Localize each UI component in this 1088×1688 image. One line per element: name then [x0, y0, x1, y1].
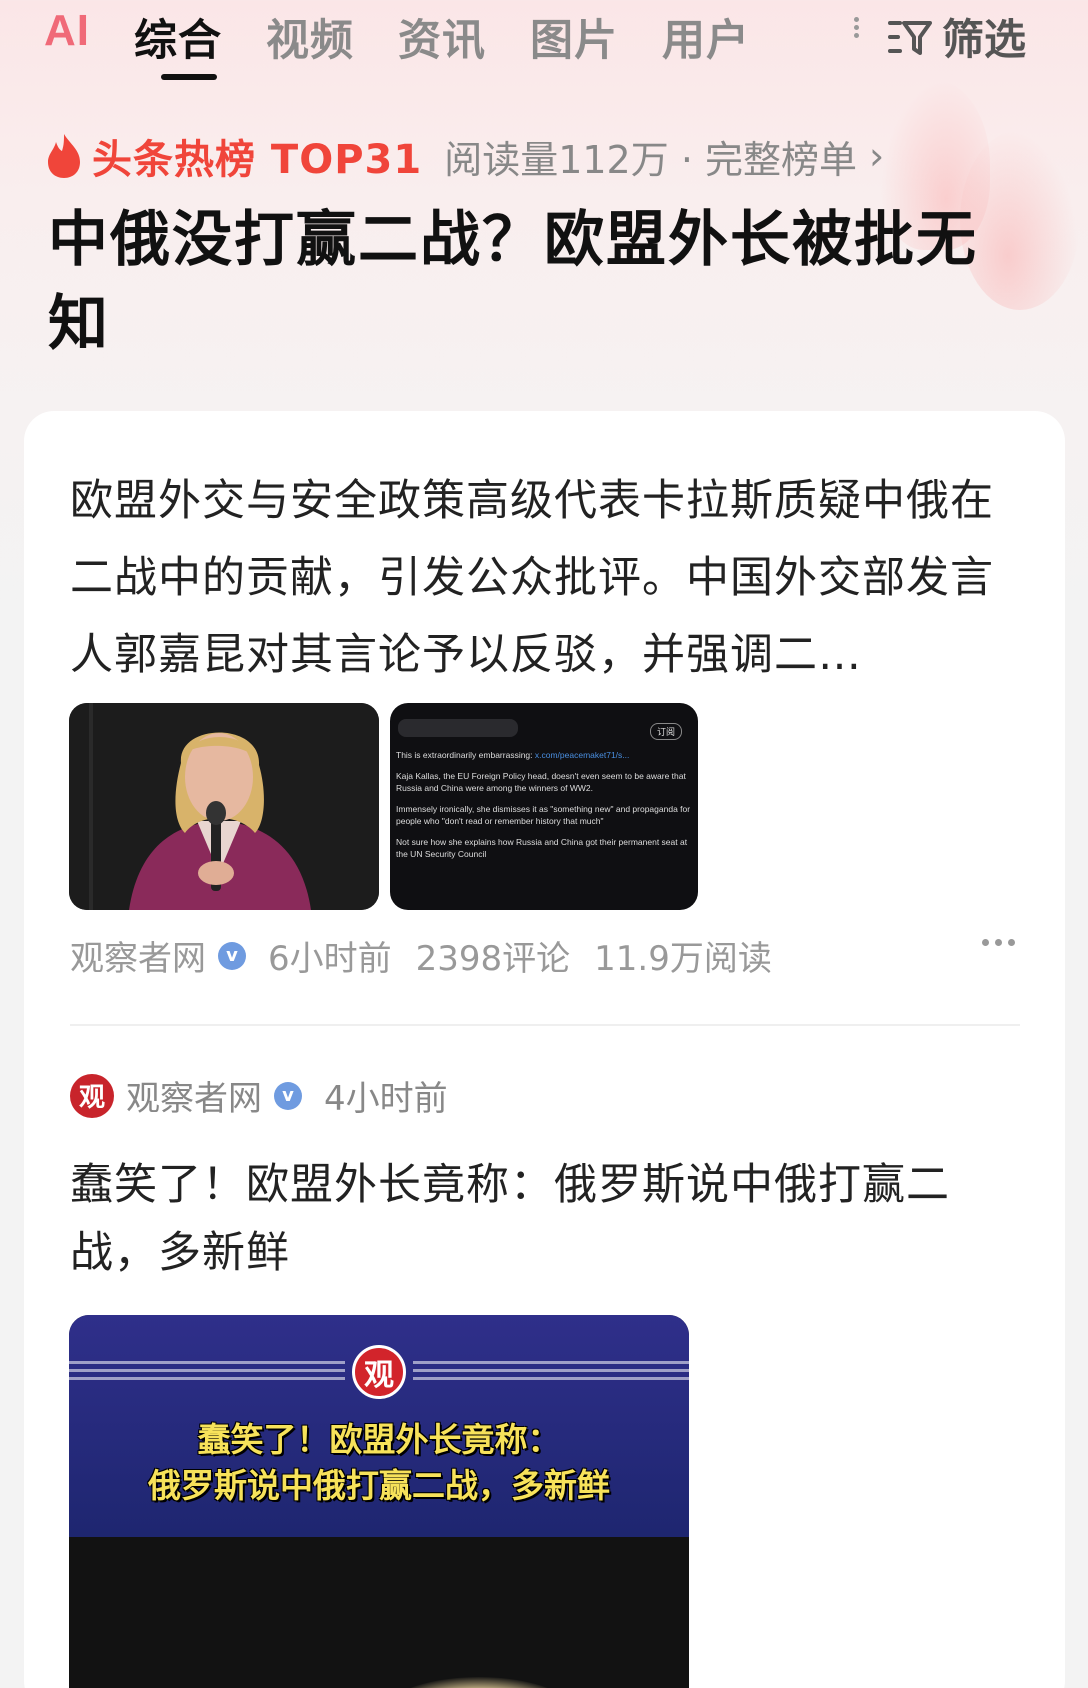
decor-stripe	[413, 1369, 689, 1372]
tweet-line: This is extraordinarily embarrassing:	[396, 750, 535, 760]
post-title[interactable]: 蠢笑了！欧盟外长竟称：俄罗斯说中俄打赢二战，多新鲜	[70, 1151, 1020, 1287]
article-image-speaker[interactable]	[69, 703, 379, 910]
active-tab-indicator	[161, 74, 217, 80]
read-count: 11.9万阅读	[594, 939, 772, 979]
divider	[70, 1024, 1020, 1026]
tweet-avatar-name	[398, 719, 518, 737]
decor-stripe	[413, 1377, 689, 1380]
tab-images[interactable]: 图片	[530, 6, 618, 68]
more-options-icon[interactable]	[982, 939, 1015, 946]
results-card: 欧盟外交与安全政策高级代表卡拉斯质疑中俄在二战中的贡献，引发公众批评。中国外交部…	[24, 411, 1065, 1688]
decor-stripe	[69, 1361, 345, 1364]
decor-stripe	[69, 1377, 345, 1380]
search-tab-bar: AI 综合 视频 资讯 图片 用户 筛选	[0, 0, 1088, 90]
video-thumbnail[interactable]: 观 蠢笑了！欧盟外长竟称： 俄罗斯说中俄打赢二战，多新鲜	[69, 1315, 689, 1688]
video-banner: 观 蠢笑了！欧盟外长竟称： 俄罗斯说中俄打赢二战，多新鲜	[69, 1315, 689, 1537]
verified-icon: v	[218, 941, 246, 970]
tweet-line: Immensely ironically, she dismisses it a…	[396, 804, 691, 826]
hot-list-entry[interactable]: 头条热榜 TOP31 阅读量112万 · 完整榜单 ›	[44, 128, 884, 184]
tab-video[interactable]: 视频	[266, 6, 354, 68]
article-image-tweet[interactable]: 订阅 This is extraordinarily embarrassing:…	[390, 703, 698, 910]
post-author-row: 观 观察者网 v 4小时前	[70, 1071, 448, 1120]
source-name[interactable]: 观察者网	[70, 931, 206, 980]
avatar[interactable]: 观	[70, 1073, 114, 1118]
guancha-logo: 观	[352, 1345, 406, 1399]
hot-topic-title[interactable]: 中俄没打赢二战？欧盟外长被批无知	[48, 198, 1038, 366]
publish-time: 4小时前	[324, 1079, 448, 1119]
speaker-photo	[69, 703, 379, 910]
hot-list-meta: 阅读量112万 · 完整榜单	[444, 137, 857, 182]
publish-time: 6小时前	[268, 939, 392, 979]
tweet-link: x.com/peacemaket71/s...	[534, 750, 630, 760]
tweet-line: Not sure how she explains how Russia and…	[396, 837, 688, 859]
verified-icon: v	[274, 1081, 302, 1110]
filter-label: 筛选	[942, 15, 1027, 64]
article-meta: 观察者网 v 6小时前 2398评论 11.9万阅读	[70, 931, 796, 980]
hot-list-rank: 头条热榜 TOP31	[92, 137, 423, 183]
tab-ai[interactable]: AI	[44, 6, 90, 56]
decor-stripe	[69, 1369, 345, 1372]
video-frame-figure	[379, 1677, 579, 1688]
tweet-subscribe-button: 订阅	[649, 723, 682, 740]
tweet-text: This is extraordinarily embarrassing: x.…	[396, 749, 692, 869]
more-tabs-icon[interactable]	[853, 14, 859, 50]
comment-count: 2398评论	[415, 939, 571, 979]
flame-icon	[48, 134, 80, 178]
filter-button[interactable]: 筛选	[886, 6, 1026, 67]
decor-stripe	[413, 1361, 689, 1364]
tab-news[interactable]: 资讯	[398, 6, 486, 68]
tab-comprehensive[interactable]: 综合	[134, 6, 222, 68]
tab-users[interactable]: 用户	[662, 6, 750, 68]
source-name[interactable]: 观察者网	[126, 1071, 262, 1120]
chevron-right-icon: ›	[868, 134, 885, 178]
tweet-line: Kaja Kallas, the EU Foreign Policy head,…	[396, 771, 686, 793]
filter-icon	[888, 20, 932, 55]
video-caption-line: 蠢笑了！欧盟外长竟称：	[197, 1420, 561, 1459]
article-summary[interactable]: 欧盟外交与安全政策高级代表卡拉斯质疑中俄在二战中的贡献，引发公众批评。中国外交部…	[70, 463, 1020, 694]
video-caption-line: 俄罗斯说中俄打赢二战，多新鲜	[148, 1466, 610, 1505]
